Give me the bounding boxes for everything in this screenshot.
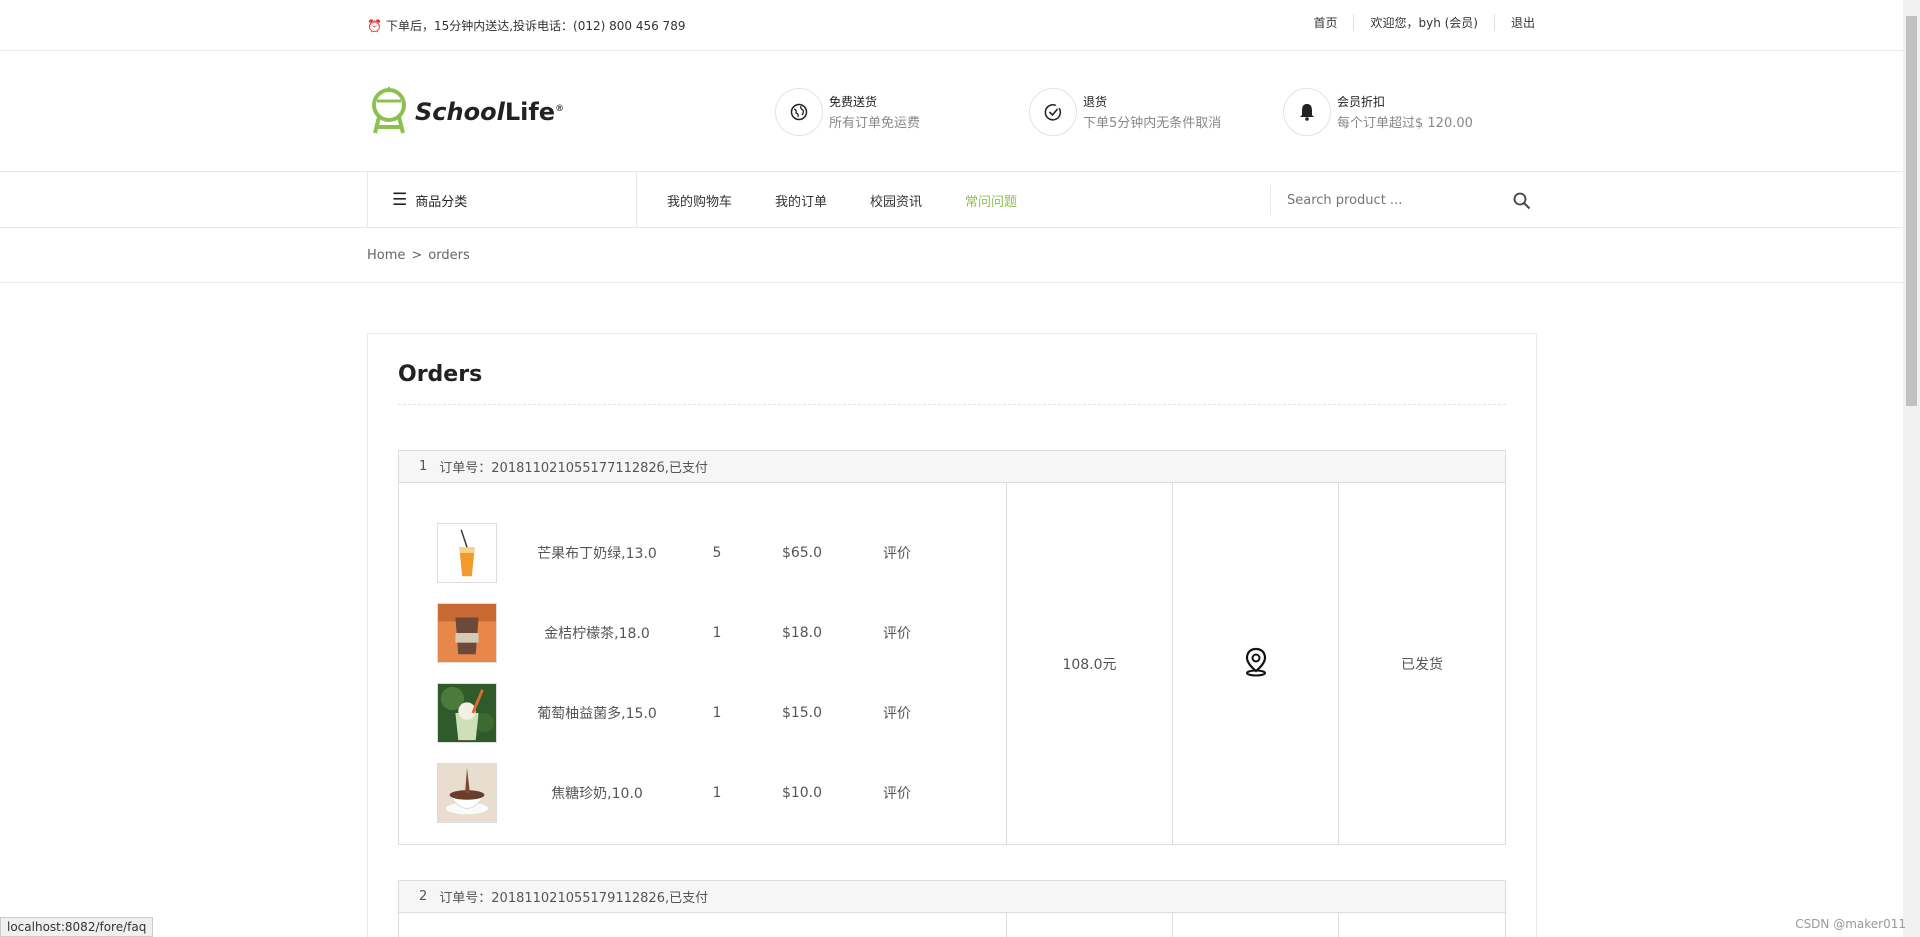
title-divider bbox=[398, 404, 1506, 405]
site-logo[interactable]: SchoolLife® bbox=[367, 86, 775, 137]
logo-mascot-icon bbox=[372, 86, 406, 133]
breadcrumb: Home > orders bbox=[0, 228, 1920, 283]
alarm-clock-icon: ⏰ bbox=[367, 18, 382, 33]
nav-item-news[interactable]: 校园资讯 bbox=[870, 191, 922, 210]
order-number: 订单号：201811021055179112826,已支付 bbox=[439, 891, 709, 906]
item-quantity: 5 bbox=[712, 545, 722, 561]
bell-icon bbox=[1283, 87, 1331, 136]
item-price: $18.0 bbox=[781, 625, 823, 641]
item-price: $10.0 bbox=[781, 785, 823, 801]
order-index: 2 bbox=[419, 889, 428, 904]
order-items: 芒果布丁奶绿,13.0 5 $65.0 评价 金桔柠檬茶,18.0 1 $18.… bbox=[399, 483, 1007, 844]
orders-panel: Orders 1 订单号：20181102105517711282б,已支付 芒… bbox=[367, 333, 1537, 937]
order-total: 108.0元 bbox=[1007, 483, 1173, 844]
product-thumbnail[interactable] bbox=[437, 523, 497, 583]
feature-subtitle: 所有订单免运费 bbox=[829, 115, 921, 131]
item-name: 葡萄柚益菌多,15.0 bbox=[537, 706, 657, 722]
feature-returns: 退货 下单5分钟内无条件取消 bbox=[1029, 87, 1283, 136]
item-quantity: 1 bbox=[712, 785, 722, 801]
top-links: 首页 欢迎您，byh (会员) 退出 bbox=[1297, 14, 1537, 31]
feature-list: 免费送货 所有订单免运费 退货 下单5分钟内无条件取消 会员折扣 每个订单超过$… bbox=[775, 87, 1537, 136]
page-title: Orders bbox=[398, 362, 483, 387]
order-location-cell bbox=[1173, 483, 1339, 844]
order-status bbox=[1339, 913, 1505, 937]
product-thumbnail[interactable] bbox=[437, 763, 497, 823]
item-quantity: 1 bbox=[712, 705, 722, 721]
order-item-row: 芒果布丁奶绿,13.0 5 $65.0 评价 bbox=[399, 513, 1006, 593]
feature-member-discount: 会员折扣 每个订单超过$ 120.00 bbox=[1283, 87, 1537, 136]
item-name: 焦糖珍奶,10.0 bbox=[551, 786, 643, 802]
page-scrollbar[interactable] bbox=[1903, 0, 1920, 937]
product-thumbnail[interactable] bbox=[437, 683, 497, 743]
feature-subtitle: 每个订单超过$ 120.00 bbox=[1337, 115, 1473, 131]
order-item-row: 金桔柠檬茶,18.0 1 $18.0 评价 bbox=[399, 593, 1006, 673]
order-location-cell bbox=[1173, 913, 1339, 937]
logout-link[interactable]: 退出 bbox=[1493, 14, 1537, 31]
breadcrumb-separator: > bbox=[411, 248, 423, 263]
browser-status-url: localhost:8082/fore/faq bbox=[0, 917, 154, 937]
order-index: 1 bbox=[419, 459, 428, 474]
item-price: $15.0 bbox=[781, 705, 823, 721]
category-label: 商品分类 bbox=[415, 194, 468, 210]
hamburger-icon: ☰ bbox=[392, 190, 408, 210]
search-input[interactable] bbox=[1287, 192, 1487, 208]
feature-title: 会员折扣 bbox=[1337, 94, 1386, 109]
nav-menu: 我的购物车 我的订单 校园资讯 常问问题 bbox=[637, 191, 1270, 210]
review-link[interactable]: 评价 bbox=[867, 623, 927, 643]
globe-icon bbox=[775, 87, 823, 136]
product-thumbnail[interactable] bbox=[437, 603, 497, 663]
search-icon[interactable] bbox=[1513, 191, 1531, 215]
item-name: 金桔柠檬茶,18.0 bbox=[544, 626, 650, 642]
order-total bbox=[1007, 913, 1173, 937]
feature-subtitle: 下单5分钟内无条件取消 bbox=[1083, 115, 1222, 131]
order-items bbox=[399, 913, 1007, 937]
welcome-user-link[interactable]: 欢迎您，byh (会员) bbox=[1353, 14, 1494, 31]
review-link[interactable]: 评价 bbox=[867, 783, 927, 803]
top-bar: ⏰ 下单后，15分钟内送达,投诉电话：(012) 800 456 789 首页 … bbox=[0, 0, 1920, 51]
delivery-notice: ⏰ 下单后，15分钟内送达,投诉电话：(012) 800 456 789 bbox=[367, 17, 685, 34]
breadcrumb-home[interactable]: Home bbox=[367, 248, 405, 263]
home-link[interactable]: 首页 bbox=[1297, 14, 1353, 31]
nav-item-cart[interactable]: 我的购物车 bbox=[667, 191, 732, 210]
review-link[interactable]: 评价 bbox=[867, 543, 927, 563]
order-header: 1 订单号：20181102105517711282б,已支付 bbox=[398, 450, 1506, 483]
category-menu-button[interactable]: ☰ 商品分类 bbox=[367, 172, 637, 228]
logo-text: SchoolLife® bbox=[415, 97, 565, 126]
order-body bbox=[398, 913, 1506, 937]
search-box bbox=[1270, 185, 1537, 215]
delivery-notice-text: 下单后，15分钟内送达,投诉电话：(012) 800 456 789 bbox=[385, 19, 686, 33]
map-pin-icon[interactable] bbox=[1243, 647, 1269, 681]
item-quantity: 1 bbox=[712, 625, 722, 641]
watermark: CSDN @maker011 bbox=[1795, 917, 1906, 931]
check-circle-icon bbox=[1029, 87, 1077, 136]
nav-item-orders[interactable]: 我的订单 bbox=[775, 191, 827, 210]
feature-free-shipping: 免费送货 所有订单免运费 bbox=[775, 87, 1029, 136]
order-header: 2 订单号：201811021055179112826,已支付 bbox=[398, 880, 1506, 913]
nav-item-faq[interactable]: 常问问题 bbox=[965, 191, 1017, 210]
item-name: 芒果布丁奶绿,13.0 bbox=[537, 546, 657, 562]
item-price: $65.0 bbox=[781, 545, 823, 561]
feature-title: 免费送货 bbox=[829, 94, 878, 109]
order-status: 已发货 bbox=[1401, 656, 1443, 673]
main-nav: ☰ 商品分类 我的购物车 我的订单 校园资讯 常问问题 bbox=[0, 172, 1920, 228]
feature-title: 退货 bbox=[1083, 94, 1108, 109]
order-item-row: 焦糖珍奶,10.0 1 $10.0 评价 bbox=[399, 753, 1006, 833]
scrollbar-thumb[interactable] bbox=[1906, 16, 1917, 406]
breadcrumb-current: orders bbox=[428, 248, 470, 263]
site-header: SchoolLife® 免费送货 所有订单免运费 退货 下单5分钟内无条件取消 bbox=[0, 51, 1920, 172]
order-number: 订单号：20181102105517711282б,已支付 bbox=[439, 461, 708, 476]
order-item-row: 葡萄柚益菌多,15.0 1 $15.0 评价 bbox=[399, 673, 1006, 753]
review-link[interactable]: 评价 bbox=[867, 703, 927, 723]
order-body: 芒果布丁奶绿,13.0 5 $65.0 评价 金桔柠檬茶,18.0 1 $18.… bbox=[398, 483, 1506, 845]
